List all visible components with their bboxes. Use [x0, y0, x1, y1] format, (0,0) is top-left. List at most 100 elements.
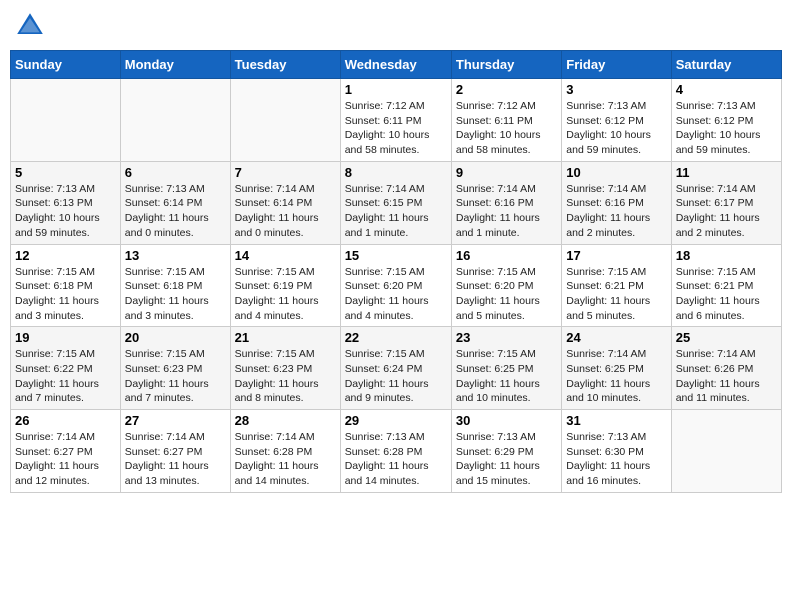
day-number: 29	[345, 413, 447, 428]
day-info: Sunrise: 7:14 AM Sunset: 6:16 PM Dayligh…	[566, 182, 666, 241]
calendar-cell: 24 Sunrise: 7:14 AM Sunset: 6:25 PM Dayli…	[562, 327, 671, 410]
calendar-week-row: 19 Sunrise: 7:15 AM Sunset: 6:22 PM Dayli…	[11, 327, 782, 410]
day-number: 13	[125, 248, 226, 263]
day-info: Sunrise: 7:14 AM Sunset: 6:26 PM Dayligh…	[676, 347, 777, 406]
day-number: 16	[456, 248, 557, 263]
day-number: 22	[345, 330, 447, 345]
day-number: 24	[566, 330, 666, 345]
calendar-cell: 1 Sunrise: 7:12 AM Sunset: 6:11 PM Daylig…	[340, 79, 451, 162]
day-info: Sunrise: 7:13 AM Sunset: 6:13 PM Dayligh…	[15, 182, 116, 241]
day-number: 20	[125, 330, 226, 345]
calendar-cell: 3Sunrise: 7:13 AM Sunset: 6:12 PM Daylig…	[562, 79, 671, 162]
calendar-cell: 29 Sunrise: 7:13 AM Sunset: 6:28 PM Dayli…	[340, 410, 451, 493]
day-info: Sunrise: 7:15 AM Sunset: 6:23 PM Dayligh…	[235, 347, 336, 406]
day-number: 21	[235, 330, 336, 345]
day-number: 3	[566, 82, 666, 97]
day-info: Sunrise: 7:14 AM Sunset: 6:27 PM Dayligh…	[15, 430, 116, 489]
weekday-header: Tuesday	[230, 51, 340, 79]
day-info: Sunrise: 7:15 AM Sunset: 6:20 PM Dayligh…	[456, 265, 557, 324]
day-number: 23	[456, 330, 557, 345]
calendar-cell: 15 Sunrise: 7:15 AM Sunset: 6:20 PM Dayli…	[340, 244, 451, 327]
calendar-cell: 10Sunrise: 7:14 AM Sunset: 6:16 PM Dayli…	[562, 161, 671, 244]
weekday-header: Sunday	[11, 51, 121, 79]
calendar-cell: 26 Sunrise: 7:14 AM Sunset: 6:27 PM Dayli…	[11, 410, 121, 493]
weekday-header: Wednesday	[340, 51, 451, 79]
day-info: Sunrise: 7:13 AM Sunset: 6:29 PM Dayligh…	[456, 430, 557, 489]
calendar-cell: 8 Sunrise: 7:14 AM Sunset: 6:15 PM Daylig…	[340, 161, 451, 244]
day-number: 2	[456, 82, 557, 97]
calendar-cell: 19 Sunrise: 7:15 AM Sunset: 6:22 PM Dayli…	[11, 327, 121, 410]
day-info: Sunrise: 7:15 AM Sunset: 6:20 PM Dayligh…	[345, 265, 447, 324]
day-info: Sunrise: 7:14 AM Sunset: 6:28 PM Dayligh…	[235, 430, 336, 489]
calendar-week-row: 5Sunrise: 7:13 AM Sunset: 6:13 PM Daylig…	[11, 161, 782, 244]
day-number: 27	[125, 413, 226, 428]
day-info: Sunrise: 7:15 AM Sunset: 6:24 PM Dayligh…	[345, 347, 447, 406]
day-number: 31	[566, 413, 666, 428]
calendar-week-row: 12 Sunrise: 7:15 AM Sunset: 6:18 PM Dayli…	[11, 244, 782, 327]
calendar-week-row: 26 Sunrise: 7:14 AM Sunset: 6:27 PM Dayli…	[11, 410, 782, 493]
calendar-cell: 21 Sunrise: 7:15 AM Sunset: 6:23 PM Dayli…	[230, 327, 340, 410]
page-header	[10, 10, 782, 42]
day-number: 17	[566, 248, 666, 263]
calendar-cell: 22 Sunrise: 7:15 AM Sunset: 6:24 PM Dayli…	[340, 327, 451, 410]
day-info: Sunrise: 7:14 AM Sunset: 6:14 PM Dayligh…	[235, 182, 336, 241]
day-info: Sunrise: 7:15 AM Sunset: 6:25 PM Dayligh…	[456, 347, 557, 406]
day-info: Sunrise: 7:15 AM Sunset: 6:23 PM Dayligh…	[125, 347, 226, 406]
day-number: 7	[235, 165, 336, 180]
calendar-cell: 31 Sunrise: 7:13 AM Sunset: 6:30 PM Dayli…	[562, 410, 671, 493]
calendar-cell: 20 Sunrise: 7:15 AM Sunset: 6:23 PM Dayli…	[120, 327, 230, 410]
calendar-cell: 2 Sunrise: 7:12 AM Sunset: 6:11 PM Daylig…	[451, 79, 561, 162]
day-number: 18	[676, 248, 777, 263]
calendar-cell: 6 Sunrise: 7:13 AM Sunset: 6:14 PM Daylig…	[120, 161, 230, 244]
calendar-cell	[230, 79, 340, 162]
calendar-cell: 9 Sunrise: 7:14 AM Sunset: 6:16 PM Daylig…	[451, 161, 561, 244]
day-number: 26	[15, 413, 116, 428]
calendar-cell: 13 Sunrise: 7:15 AM Sunset: 6:18 PM Dayli…	[120, 244, 230, 327]
day-number: 14	[235, 248, 336, 263]
day-info: Sunrise: 7:12 AM Sunset: 6:11 PM Dayligh…	[456, 99, 557, 158]
logo-icon	[14, 10, 46, 42]
calendar-cell	[671, 410, 781, 493]
calendar-cell: 17Sunrise: 7:15 AM Sunset: 6:21 PM Dayli…	[562, 244, 671, 327]
day-number: 8	[345, 165, 447, 180]
day-info: Sunrise: 7:15 AM Sunset: 6:18 PM Dayligh…	[125, 265, 226, 324]
day-number: 15	[345, 248, 447, 263]
day-number: 9	[456, 165, 557, 180]
day-number: 28	[235, 413, 336, 428]
day-info: Sunrise: 7:14 AM Sunset: 6:17 PM Dayligh…	[676, 182, 777, 241]
day-info: Sunrise: 7:14 AM Sunset: 6:16 PM Dayligh…	[456, 182, 557, 241]
day-info: Sunrise: 7:15 AM Sunset: 6:22 PM Dayligh…	[15, 347, 116, 406]
weekday-header: Monday	[120, 51, 230, 79]
weekday-header-row: SundayMondayTuesdayWednesdayThursdayFrid…	[11, 51, 782, 79]
calendar-cell: 30 Sunrise: 7:13 AM Sunset: 6:29 PM Dayli…	[451, 410, 561, 493]
calendar-cell: 11 Sunrise: 7:14 AM Sunset: 6:17 PM Dayli…	[671, 161, 781, 244]
day-number: 6	[125, 165, 226, 180]
calendar-cell	[11, 79, 121, 162]
calendar-cell: 18 Sunrise: 7:15 AM Sunset: 6:21 PM Dayli…	[671, 244, 781, 327]
day-number: 1	[345, 82, 447, 97]
calendar-week-row: 1 Sunrise: 7:12 AM Sunset: 6:11 PM Daylig…	[11, 79, 782, 162]
day-info: Sunrise: 7:12 AM Sunset: 6:11 PM Dayligh…	[345, 99, 447, 158]
calendar-cell: 14 Sunrise: 7:15 AM Sunset: 6:19 PM Dayli…	[230, 244, 340, 327]
weekday-header: Thursday	[451, 51, 561, 79]
day-info: Sunrise: 7:13 AM Sunset: 6:28 PM Dayligh…	[345, 430, 447, 489]
calendar-cell: 23 Sunrise: 7:15 AM Sunset: 6:25 PM Dayli…	[451, 327, 561, 410]
day-number: 30	[456, 413, 557, 428]
day-info: Sunrise: 7:15 AM Sunset: 6:19 PM Dayligh…	[235, 265, 336, 324]
weekday-header: Saturday	[671, 51, 781, 79]
day-number: 12	[15, 248, 116, 263]
day-info: Sunrise: 7:15 AM Sunset: 6:21 PM Dayligh…	[676, 265, 777, 324]
calendar-cell: 12Sunrise: 7:15 AM Sunset: 6:18 PM Dayli…	[11, 244, 121, 327]
weekday-header: Friday	[562, 51, 671, 79]
day-info: Sunrise: 7:13 AM Sunset: 6:14 PM Dayligh…	[125, 182, 226, 241]
day-info: Sunrise: 7:13 AM Sunset: 6:12 PM Dayligh…	[676, 99, 777, 158]
day-number: 19	[15, 330, 116, 345]
calendar-cell: 4Sunrise: 7:13 AM Sunset: 6:12 PM Daylig…	[671, 79, 781, 162]
day-info: Sunrise: 7:13 AM Sunset: 6:30 PM Dayligh…	[566, 430, 666, 489]
day-info: Sunrise: 7:14 AM Sunset: 6:25 PM Dayligh…	[566, 347, 666, 406]
day-info: Sunrise: 7:14 AM Sunset: 6:15 PM Dayligh…	[345, 182, 447, 241]
calendar-cell: 7 Sunrise: 7:14 AM Sunset: 6:14 PM Daylig…	[230, 161, 340, 244]
calendar-cell: 16 Sunrise: 7:15 AM Sunset: 6:20 PM Dayli…	[451, 244, 561, 327]
day-number: 11	[676, 165, 777, 180]
day-info: Sunrise: 7:14 AM Sunset: 6:27 PM Dayligh…	[125, 430, 226, 489]
